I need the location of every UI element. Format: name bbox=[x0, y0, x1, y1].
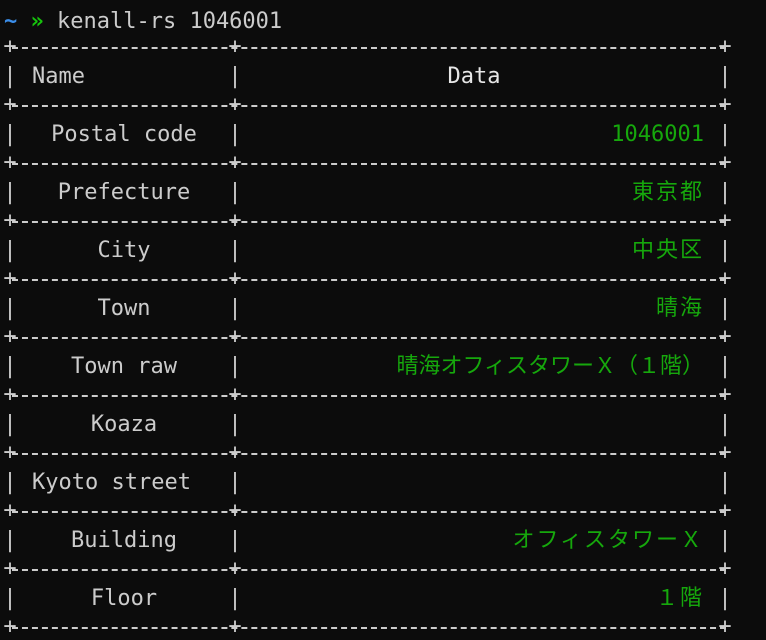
row-value: オフィスタワーＸ bbox=[512, 528, 704, 553]
row-value: 1046001 bbox=[611, 122, 704, 147]
table-row: | Postal code | 1046001 | bbox=[0, 115, 740, 154]
table-row: | Prefecture | 東京都 | bbox=[0, 173, 740, 212]
table-row: | Koaza | | bbox=[0, 405, 740, 444]
row-name: Kyoto street bbox=[32, 470, 191, 495]
command-text[interactable]: kenall-rs 1046001 bbox=[57, 9, 282, 34]
row-value: 東京都 bbox=[631, 180, 704, 205]
row-name: City bbox=[97, 238, 151, 263]
table-row: | City | 中央区 | bbox=[0, 231, 740, 270]
prompt-tilde: ~ bbox=[4, 9, 18, 34]
table-separator: + + + bbox=[3, 150, 732, 175]
row-name: Prefecture bbox=[57, 180, 191, 205]
table-separator: + + + bbox=[3, 92, 732, 117]
row-value: １階 bbox=[655, 586, 704, 611]
table-separator: + + + bbox=[3, 382, 732, 407]
table-separator: + + + bbox=[3, 208, 732, 233]
row-value: 晴海オフィスタワーＸ（１階） bbox=[396, 354, 704, 379]
header-name: Name bbox=[32, 64, 85, 89]
row-name: Town raw bbox=[71, 354, 177, 379]
row-name: Building bbox=[71, 528, 177, 553]
result-table: + + + | Name | Data | + + + | Postal code | … bbox=[0, 34, 740, 639]
table-row: | Building | オフィスタワーＸ | bbox=[0, 521, 740, 560]
table-separator: + + + bbox=[3, 34, 732, 59]
table-row: | Town raw | 晴海オフィスタワーＸ（１階） | bbox=[0, 347, 740, 386]
header-data: Data bbox=[447, 64, 501, 89]
table-header-row: | Name | Data | bbox=[0, 57, 740, 96]
row-name: Town bbox=[97, 296, 151, 321]
row-value: 晴海 bbox=[655, 296, 704, 321]
table-separator: + + + bbox=[3, 556, 732, 581]
table-row: | Kyoto street | | bbox=[0, 463, 740, 502]
table-separator: + + + bbox=[3, 324, 732, 349]
prompt-arrow-icon: » bbox=[30, 9, 44, 34]
table-row: | Floor | １階 | bbox=[0, 579, 740, 618]
table-separator: + + + bbox=[3, 266, 732, 291]
row-name: Floor bbox=[90, 586, 158, 611]
table-separator: + + + bbox=[3, 614, 732, 639]
table-separator: + + + bbox=[3, 440, 732, 465]
row-name: Koaza bbox=[90, 412, 158, 437]
table-separator: + + + bbox=[3, 498, 732, 523]
row-value: 中央区 bbox=[631, 238, 704, 263]
table-row: | Town | 晴海 | bbox=[0, 289, 740, 328]
row-name: Postal code bbox=[51, 122, 197, 147]
